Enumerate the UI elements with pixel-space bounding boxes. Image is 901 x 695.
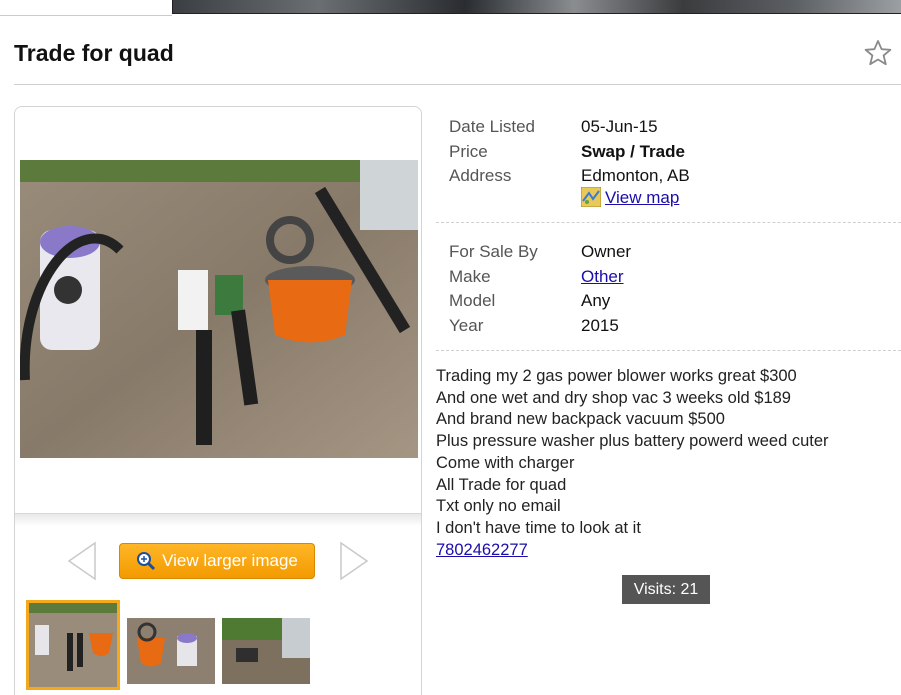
title-divider <box>14 84 901 85</box>
main-listing-photo[interactable] <box>20 160 418 458</box>
visits-badge: Visits: 21 <box>622 575 710 604</box>
detail-make: Make Other <box>449 267 624 287</box>
detail-for-sale-by: For Sale By Owner <box>449 242 631 262</box>
detail-value: 05-Jun-15 <box>581 117 658 136</box>
thumbnail-3[interactable] <box>222 618 310 684</box>
description-line: Trading my 2 gas power blower works grea… <box>436 367 797 385</box>
details-divider-1 <box>436 222 901 223</box>
chevron-left-icon[interactable] <box>67 541 97 581</box>
detail-value: 2015 <box>581 316 619 335</box>
description-line: And brand new backpack vacuum $500 <box>436 410 725 429</box>
listing-description: Trading my 2 gas power blower works grea… <box>436 366 901 561</box>
detail-label: Address <box>449 166 512 185</box>
description-line: Txt only no email <box>436 497 561 516</box>
listing-title: Trade for quad <box>14 40 174 66</box>
description-line: Plus pressure washer plus battery powerd… <box>436 432 829 451</box>
listing-page: Trade for quad View larger image Date Li… <box>0 0 901 695</box>
detail-value: Edmonton, AB <box>581 166 690 185</box>
map-icon <box>581 187 601 207</box>
view-larger-label: View larger image <box>162 551 298 570</box>
detail-label: Price <box>449 142 488 161</box>
detail-label: Model <box>449 291 496 310</box>
make-link[interactable]: Other <box>581 267 624 287</box>
detail-label: Year <box>449 316 484 335</box>
detail-model: Model Any <box>449 291 610 311</box>
detail-address: Address Edmonton, AB <box>449 166 690 186</box>
top-strip-left <box>0 0 172 16</box>
detail-value: Swap / Trade <box>581 142 685 161</box>
view-map-link[interactable]: View map <box>581 187 679 208</box>
detail-year: Year 2015 <box>449 316 619 336</box>
description-line: And one wet and dry shop vac 3 weeks old… <box>436 388 791 407</box>
view-larger-image-button[interactable]: View larger image <box>119 543 315 579</box>
detail-label: Make <box>449 267 491 286</box>
magnifier-icon <box>137 552 156 571</box>
gallery-divider <box>15 513 421 526</box>
chevron-right-icon[interactable] <box>339 541 369 581</box>
image-gallery-panel: View larger image <box>14 106 422 695</box>
detail-value: Owner <box>581 242 632 261</box>
description-line: All Trade for quad <box>436 475 567 494</box>
star-outline-icon[interactable] <box>863 38 893 68</box>
description-line: I don't have time to look at it <box>436 518 641 537</box>
top-banner-image <box>172 0 901 14</box>
phone-link[interactable]: 7802462277 <box>436 541 528 559</box>
detail-value: Any <box>581 291 611 310</box>
detail-date-listed: Date Listed 05-Jun-15 <box>449 117 658 137</box>
detail-label: For Sale By <box>449 242 538 261</box>
view-map-label[interactable]: View map <box>605 188 679 207</box>
detail-label: Date Listed <box>449 117 535 136</box>
thumbnail-1[interactable] <box>26 600 120 690</box>
thumbnail-2[interactable] <box>127 618 215 684</box>
details-divider-2 <box>436 350 901 351</box>
description-line: Come with charger <box>436 453 575 472</box>
detail-price: Price Swap / Trade <box>449 142 685 162</box>
